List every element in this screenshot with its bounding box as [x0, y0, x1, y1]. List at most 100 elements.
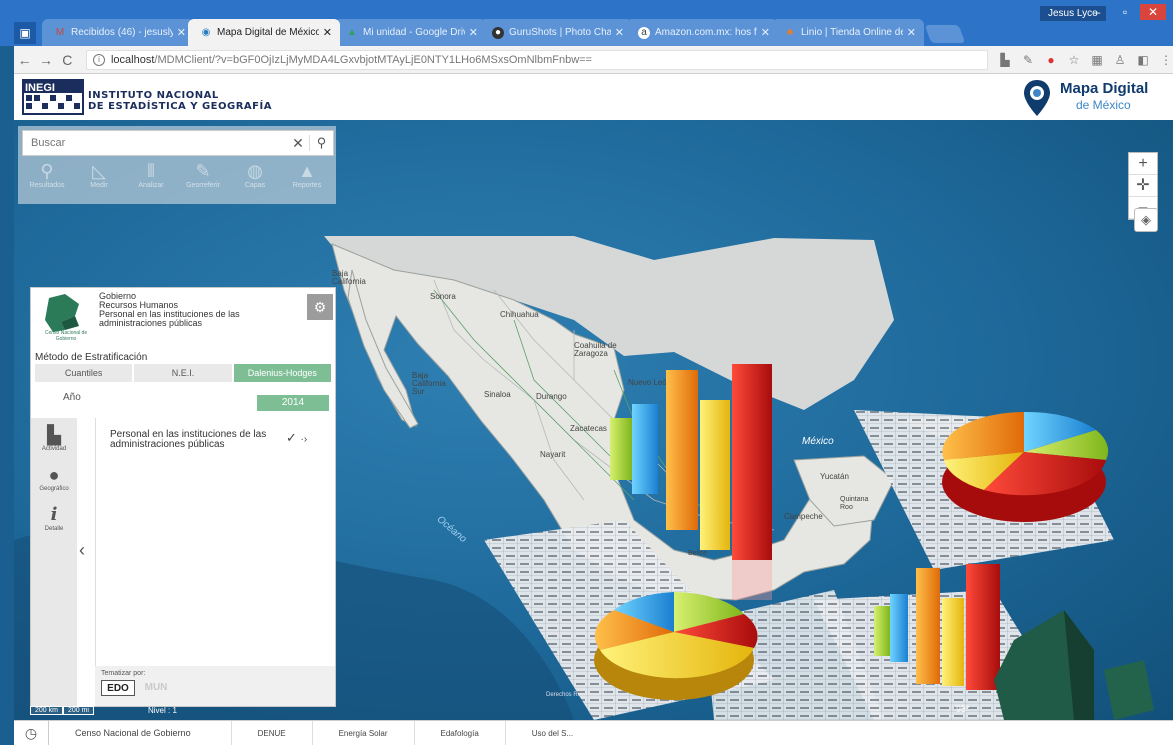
state-label: Durango — [536, 392, 567, 401]
close-tab-icon[interactable]: ✕ — [177, 26, 186, 39]
clear-search-icon[interactable]: ✕ — [287, 135, 309, 152]
ruler-icon: ◺ — [92, 161, 106, 181]
menu-dots-icon[interactable]: ⋮ — [1159, 53, 1173, 67]
check-icon[interactable]: ✓ — [286, 430, 297, 445]
tool-reports[interactable]: ▲ Reportes — [282, 160, 332, 200]
close-tab-icon[interactable]: ✕ — [761, 26, 770, 39]
tool-label: Analizar — [138, 182, 164, 189]
state-label: Quintana Roo — [840, 496, 869, 511]
inegi-line2: DE ESTADÍSTICA Y GEOGRAFÍA — [88, 101, 272, 112]
tool-label: Georreferir — [186, 182, 220, 189]
nav-actividad[interactable]: ▙ Actividad — [31, 418, 77, 458]
gulf-label: México — [802, 436, 834, 447]
stratification-option-selected[interactable]: Dalenius-Hodges — [233, 364, 331, 382]
arrow-forward-icon[interactable]: ·› — [301, 434, 308, 445]
stratification-options: Cuantiles N.E.I. Dalenius-Hodges — [35, 364, 331, 382]
pencil-icon: ✎ — [195, 161, 211, 181]
state-label: Baja California — [332, 269, 366, 286]
state-label: Coahuila de Zaragoza — [574, 341, 617, 358]
minimize-icon[interactable]: – — [1084, 4, 1110, 20]
tool-layers[interactable]: ◍ Capas — [230, 160, 280, 200]
window-close-icon[interactable]: ✕ — [1140, 4, 1166, 20]
zoom-in-icon[interactable]: + — [1129, 153, 1157, 175]
settings-gear-icon[interactable]: ⚙ — [307, 294, 333, 320]
tab-label: Recibidos (46) - jesusly — [71, 27, 173, 38]
building-icon: ▙ — [47, 425, 61, 445]
collapse-panel-icon[interactable]: ‹ — [79, 540, 85, 561]
stratification-option[interactable]: N.E.I. — [134, 364, 232, 382]
tool-results[interactable]: ⚲ Resultados — [22, 160, 72, 200]
reload-icon[interactable]: C — [57, 52, 78, 68]
tab-label: Mi unidad - Google Driv — [363, 27, 465, 38]
url-field[interactable]: i localhost/MDMClient/?v=bGF0OjIzLjMyMDA… — [85, 49, 988, 70]
compass-degrees: 95° — [956, 704, 970, 714]
tematizar-mun-button[interactable]: MUN — [139, 680, 173, 696]
road-icon: ▲ — [298, 161, 316, 181]
layer-item[interactable]: Edafología — [413, 720, 505, 745]
close-tab-icon[interactable]: ✕ — [469, 26, 478, 39]
close-tab-icon[interactable]: ✕ — [615, 26, 624, 39]
maximize-icon[interactable]: ▫ — [1112, 4, 1138, 20]
forward-icon[interactable]: → — [35, 52, 56, 68]
inegi-logo[interactable]: INEGI — [22, 79, 84, 115]
svg-text:INEGI: INEGI — [25, 82, 55, 94]
amazon-icon: a — [638, 26, 650, 39]
back-icon[interactable]: ← — [14, 52, 35, 68]
tematizar-edo-button[interactable]: EDO — [101, 680, 135, 696]
tool-measure[interactable]: ◺ Medir — [74, 160, 124, 200]
tab-gmail[interactable]: M Recibidos (46) - jesusly ✕ — [42, 19, 194, 46]
tab-menu-icon[interactable]: ▣ — [14, 22, 36, 44]
gurushots-icon: ● — [492, 26, 504, 39]
indicator-item[interactable]: Personal en las instituciones de las adm… — [110, 430, 280, 450]
state-label: Baja California Sur — [412, 371, 446, 396]
zoom-level: Nivel : 1 — [148, 706, 177, 715]
crumb[interactable]: Personal en las instituciones de las adm… — [99, 310, 299, 328]
geolocate-icon[interactable]: ◈ — [1134, 208, 1158, 232]
pinterest-icon[interactable]: ● — [1044, 53, 1058, 67]
layer-item[interactable]: Uso del S... — [504, 720, 599, 745]
stratification-option[interactable]: Cuantiles — [35, 364, 133, 382]
layer-item[interactable]: DENUE — [230, 720, 312, 745]
analysis-icon: ⫴ — [147, 161, 155, 181]
scale-km: 200 km — [30, 706, 63, 715]
extension-icon[interactable]: ♙ — [1113, 53, 1127, 67]
star-icon[interactable]: ☆ — [1067, 53, 1081, 67]
extension-icon[interactable]: ◧ — [1136, 53, 1150, 67]
site-info-icon[interactable]: i — [92, 53, 105, 66]
pen-icon[interactable]: ✎ — [1021, 53, 1035, 67]
new-tab-button[interactable] — [924, 25, 966, 43]
layer-item[interactable]: Censo Nacional de Gobierno — [48, 720, 231, 745]
close-tab-icon[interactable]: ✕ — [907, 26, 916, 39]
search-input[interactable] — [23, 137, 287, 149]
globe-icon: ◍ — [247, 161, 263, 181]
tab-amazon[interactable]: a Amazon.com.mx: hos fla ✕ — [626, 19, 778, 46]
site-header: INEGI INSTITUTO NACIONAL DE ESTADÍSTICA … — [14, 74, 1173, 120]
nav-geografico[interactable]: ● Geográfico — [31, 458, 77, 498]
mapa-digital-title[interactable]: Mapa Digital — [1060, 80, 1148, 97]
tool-analyze[interactable]: ⫴ Analizar — [126, 160, 176, 200]
extension-icon[interactable]: ▦ — [1090, 53, 1104, 67]
clock-icon[interactable]: ◷ — [14, 725, 48, 742]
country-label: Belice — [688, 550, 708, 557]
close-tab-icon[interactable]: ✕ — [323, 26, 332, 39]
tab-mapa-digital[interactable]: ◉ Mapa Digital de México ✕ — [188, 19, 340, 46]
tab-gurushots[interactable]: ● GuruShots | Photo Challe ✕ — [480, 19, 632, 46]
map-scale: 200 km 200 mi — [30, 706, 94, 716]
layers-bar: ◷ Censo Nacional de Gobierno DENUE Energ… — [14, 720, 1173, 745]
info-icon: i — [50, 504, 58, 525]
tab-strip: ▣ M Recibidos (46) - jesusly ✕ ◉ Mapa Di… — [14, 19, 966, 46]
tab-linio[interactable]: ♣ Linio | Tienda Online de ✕ — [772, 19, 924, 46]
search-icon[interactable]: ⚲ — [309, 135, 333, 151]
nav-detalle[interactable]: i Detalle — [31, 498, 77, 538]
pan-icon[interactable]: ✛ — [1129, 175, 1157, 197]
tab-google-drive[interactable]: ▲ Mi unidad - Google Driv ✕ — [334, 19, 486, 46]
gmail-icon: M — [55, 26, 65, 38]
year-select[interactable]: 2014 — [257, 395, 329, 411]
url-path: /MDMClient/?v=bGF0OjIzLjMyMDA4LGxvbjotMT… — [154, 53, 592, 66]
map-pin-icon: ◉ — [201, 26, 211, 38]
tematizar-bar: Tematizar por: EDO MUN — [95, 666, 335, 706]
tool-georeference[interactable]: ✎ Georreferir — [178, 160, 228, 200]
state-label: Yucatán — [820, 472, 849, 481]
layer-item[interactable]: Energía Solar — [311, 720, 414, 745]
extension-icon[interactable]: ▙ — [998, 53, 1012, 67]
